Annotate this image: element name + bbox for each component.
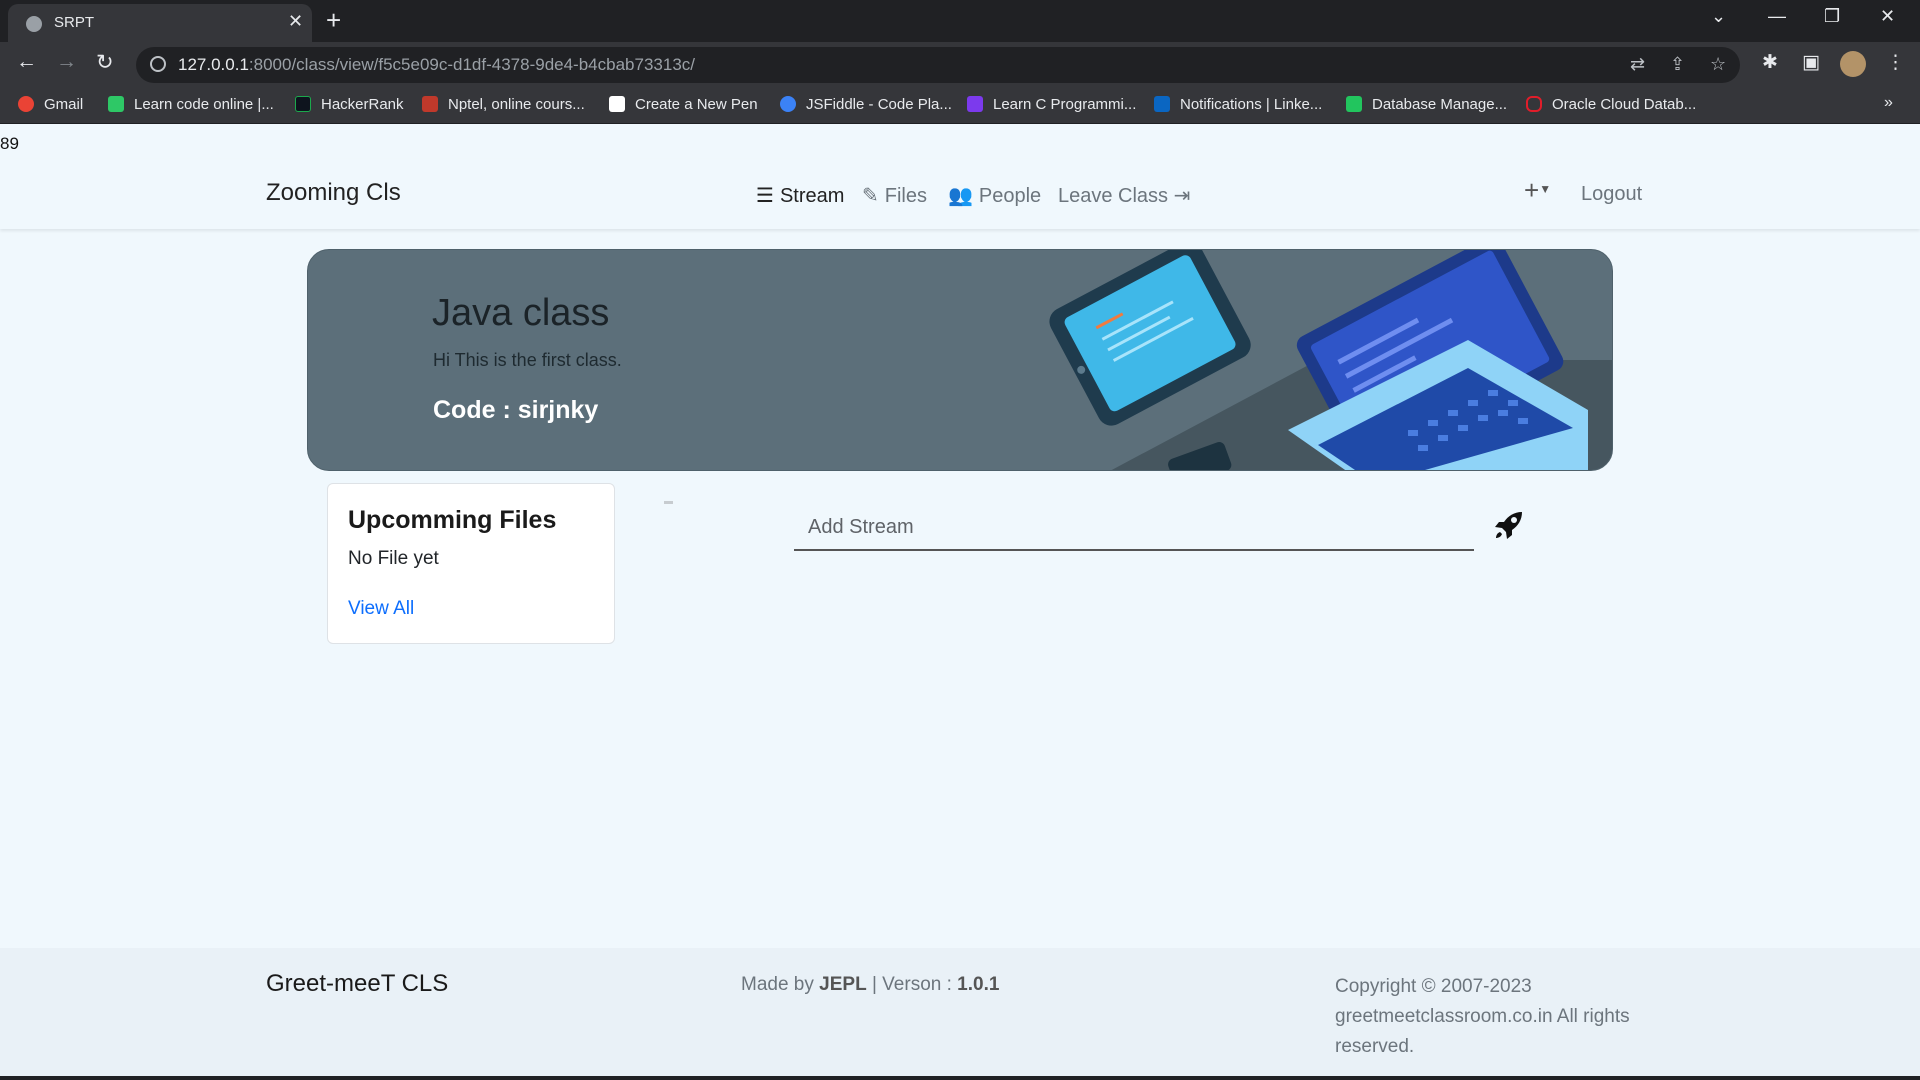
minimize-button[interactable]: —	[1768, 6, 1786, 27]
bars-icon: ☰	[756, 185, 774, 207]
add-menu-dropdown[interactable]: +▼	[1524, 175, 1551, 206]
bookmark-jsfiddle[interactable]: JSFiddle - Code Pla...	[780, 96, 952, 113]
class-code: Code : sirjnky	[433, 396, 599, 424]
window-bottom-edge	[0, 1076, 1920, 1080]
view-all-link[interactable]: View All	[348, 598, 414, 620]
nav-files[interactable]: ✎ Files	[862, 183, 927, 208]
footer-copyright: Copyright © 2007-2023 greetmeetclassroom…	[1335, 976, 1630, 1057]
divider-mark	[664, 501, 673, 504]
jsfiddle-icon	[780, 96, 796, 112]
class-title: Java class	[432, 292, 610, 334]
translate-icon[interactable]: ⇄	[1630, 54, 1645, 75]
site-info-icon[interactable]	[150, 56, 166, 72]
bookmark-learn-code[interactable]: Learn code online |...	[108, 96, 274, 113]
footer-brand: Greet-meeT CLS	[266, 970, 449, 997]
rocket-icon[interactable]	[1492, 508, 1526, 542]
learn-c-icon	[967, 96, 983, 112]
bookmark-star-icon[interactable]: ☆	[1710, 54, 1726, 75]
plus-icon: +	[1524, 175, 1540, 205]
hackerrank-icon	[295, 96, 311, 112]
users-icon: 👥	[948, 185, 973, 207]
add-stream-input[interactable]	[794, 505, 1474, 551]
page-counter: 89	[0, 134, 19, 153]
class-navbar: Zooming Cls ☰ Stream ✎ Files 👥 People Leave…	[0, 159, 1920, 229]
globe-icon	[26, 16, 42, 32]
nav-people[interactable]: 👥 People	[948, 183, 1041, 208]
page-footer: Greet-meeT CLS Made by JEPL | Verson : 1…	[0, 948, 1920, 1078]
side-panel-icon[interactable]: ▣	[1802, 51, 1820, 74]
more-bookmarks-icon[interactable]: »	[1884, 94, 1893, 112]
profile-avatar[interactable]	[1840, 51, 1866, 77]
bookmarks-bar: Gmail Learn code online |... HackerRank …	[0, 88, 1920, 124]
address-bar[interactable]: 127.0.0.1:8000/class/view/f5c5e09c-d1df-…	[136, 47, 1740, 83]
bookmark-gmail[interactable]: Gmail	[18, 96, 83, 113]
google-icon	[18, 96, 34, 112]
nav-leave-class[interactable]: Leave Class ⇥	[1058, 183, 1190, 208]
browser-tab[interactable]: SRPT ✕	[8, 4, 312, 42]
devices-illustration	[1049, 250, 1612, 470]
no-files-text: No File yet	[348, 548, 439, 569]
browser-toolbar: ← → ↻ 127.0.0.1:8000/class/view/f5c5e09c…	[0, 42, 1920, 88]
extensions-icon[interactable]: ✱	[1762, 51, 1778, 74]
caret-down-icon: ▼	[1539, 182, 1552, 196]
reload-button[interactable]: ↻	[96, 50, 114, 75]
browser-tab-strip: SRPT ✕ + ⌄ — ❐ ✕	[0, 0, 1920, 42]
sign-out-icon: ⇥	[1173, 185, 1191, 207]
bookmark-codepen[interactable]: Create a New Pen	[609, 96, 758, 113]
code-icon	[108, 96, 124, 112]
menu-icon[interactable]: ⋮	[1886, 51, 1905, 74]
new-tab-button[interactable]: +	[326, 5, 341, 36]
class-description: Hi This is the first class.	[433, 350, 622, 370]
linkedin-icon	[1154, 96, 1170, 112]
bookmark-linkedin[interactable]: Notifications | Linke...	[1154, 96, 1322, 113]
tab-title: SRPT	[54, 14, 95, 31]
restore-button[interactable]: ❐	[1824, 6, 1840, 27]
bookmark-database[interactable]: Database Manage...	[1346, 96, 1507, 113]
nav-stream[interactable]: ☰ Stream	[756, 183, 844, 208]
footer-made-by: Made by JEPL | Verson : 1.0.1	[741, 974, 1000, 995]
logout-link[interactable]: Logout	[1581, 183, 1642, 206]
bookmark-hackerrank[interactable]: HackerRank	[295, 96, 404, 113]
oracle-icon	[1526, 96, 1542, 112]
nptel-icon	[422, 96, 438, 112]
database-icon	[1346, 96, 1362, 112]
file-edit-icon: ✎	[862, 185, 879, 207]
bookmark-learn-c[interactable]: Learn C Programmi...	[967, 96, 1136, 113]
codepen-icon	[609, 96, 625, 112]
share-icon[interactable]: ⇪	[1670, 54, 1685, 75]
upcoming-files-title: Upcomming Files	[348, 506, 557, 534]
tab-search-icon[interactable]: ⌄	[1711, 6, 1726, 27]
back-button[interactable]: ←	[16, 50, 37, 74]
class-banner: Java class Hi This is the first class. C…	[307, 249, 1613, 471]
navbar-brand[interactable]: Zooming Cls	[266, 179, 401, 207]
bookmark-nptel[interactable]: Nptel, online cours...	[422, 96, 585, 113]
close-tab-icon[interactable]: ✕	[288, 11, 303, 32]
bookmark-oracle[interactable]: Oracle Cloud Datab...	[1526, 96, 1696, 113]
forward-button[interactable]: →	[56, 50, 77, 74]
upcoming-files-card: Upcomming Files No File yet View All	[327, 483, 615, 644]
close-window-button[interactable]: ✕	[1880, 6, 1895, 27]
url-text[interactable]: 127.0.0.1:8000/class/view/f5c5e09c-d1df-…	[178, 55, 695, 75]
